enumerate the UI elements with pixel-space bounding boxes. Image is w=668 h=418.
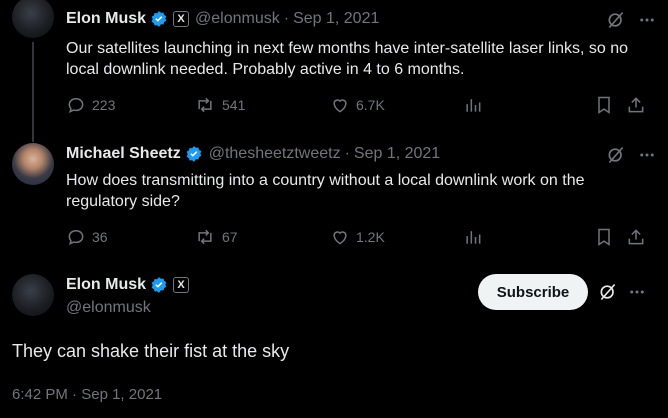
like-count: 6.7K [356,97,385,113]
more-icon[interactable] [628,283,646,301]
separator: · [283,10,290,27]
tweet-date[interactable]: Sep 1, 2021 [354,145,440,163]
retweet-count: 67 [222,229,238,245]
share-icon [628,229,644,245]
tweet-elon-1[interactable]: Elon Musk X @elonmusk · Sep 1, 2021 Our … [0,0,668,142]
more-icon[interactable] [638,11,656,29]
author-name-row: Elon Musk X [66,276,190,294]
author-name[interactable]: Elon Musk [66,276,146,294]
separator: · [344,145,350,162]
x-affiliate-badge-icon: X [173,277,190,293]
bookmark-button[interactable] [594,227,614,247]
avatar[interactable] [12,143,54,185]
tweet-header: Elon Musk X @elonmusk · Sep 1, 2021 [66,10,656,30]
like-button[interactable]: 1.2K [330,227,385,247]
reply-icon [68,97,84,114]
author-name[interactable]: Elon Musk [66,10,146,28]
reply-button[interactable]: 36 [66,227,108,247]
more-icon[interactable] [638,146,656,164]
views-icon [466,231,481,244]
tweet-time[interactable]: 6:42 PM [12,386,68,403]
views-button[interactable] [463,227,483,247]
share-button[interactable] [626,95,646,115]
tweet-text: How does transmitting into a country wit… [66,172,585,210]
main-tweet-header: Elon Musk X @elonmusk [66,276,190,317]
like-count: 1.2K [356,229,385,245]
tweet-date[interactable]: Sep 1, 2021 [81,386,162,403]
retweet-button[interactable]: 541 [194,95,245,115]
tweet-meta: 6:42 PM · Sep 1, 2021 [12,386,162,403]
share-button[interactable] [626,227,646,247]
subscribe-button[interactable]: Subscribe [478,274,588,310]
separator: · [72,386,78,403]
verified-badge-icon [150,10,168,28]
grok-icon[interactable] [598,282,618,302]
author-handle[interactable]: @elonmusk [66,299,189,317]
views-icon [466,99,481,112]
tweet-header: Michael Sheetz @thesheetztweetz · Sep 1,… [66,145,656,165]
views-button[interactable] [463,95,483,115]
author-handle[interactable]: @elonmusk [195,10,280,28]
author-name[interactable]: Michael Sheetz [66,145,181,163]
header-actions [606,10,656,30]
bookmark-icon [598,96,610,114]
verified-badge-icon [185,145,203,163]
like-icon [333,99,347,113]
header-actions [606,145,656,165]
retweet-button[interactable]: 67 [194,227,238,247]
avatar[interactable] [12,274,54,316]
tweet-sheetz[interactable]: Michael Sheetz @thesheetztweetz · Sep 1,… [0,130,668,260]
reply-button[interactable]: 223 [66,95,115,115]
reply-count: 223 [92,97,116,113]
grok-icon[interactable] [606,10,626,30]
like-button[interactable]: 6.7K [330,95,385,115]
tweet-text: Our satellites launching in next few mon… [66,40,629,78]
retweet-icon [198,97,212,113]
share-icon [628,97,644,113]
author-handle[interactable]: @thesheetztweetz [209,145,341,163]
grok-icon[interactable] [606,145,626,165]
thread-line [32,42,34,142]
retweet-count: 541 [222,97,246,113]
tweet-actions: 223 541 6.7K [66,95,648,115]
like-icon [333,231,347,245]
verified-badge-icon [150,276,168,294]
main-tweet-text: They can shake their fist at the sky [12,341,290,361]
x-affiliate-badge-icon: X [173,11,190,27]
reply-icon [68,229,84,246]
avatar[interactable] [12,0,54,38]
tweet-date[interactable]: Sep 1, 2021 [293,10,379,28]
bookmark-icon [598,228,610,246]
bookmark-button[interactable] [594,95,614,115]
tweet-actions: 36 67 1.2K [66,227,648,247]
reply-count: 36 [92,229,108,245]
retweet-icon [198,229,212,245]
